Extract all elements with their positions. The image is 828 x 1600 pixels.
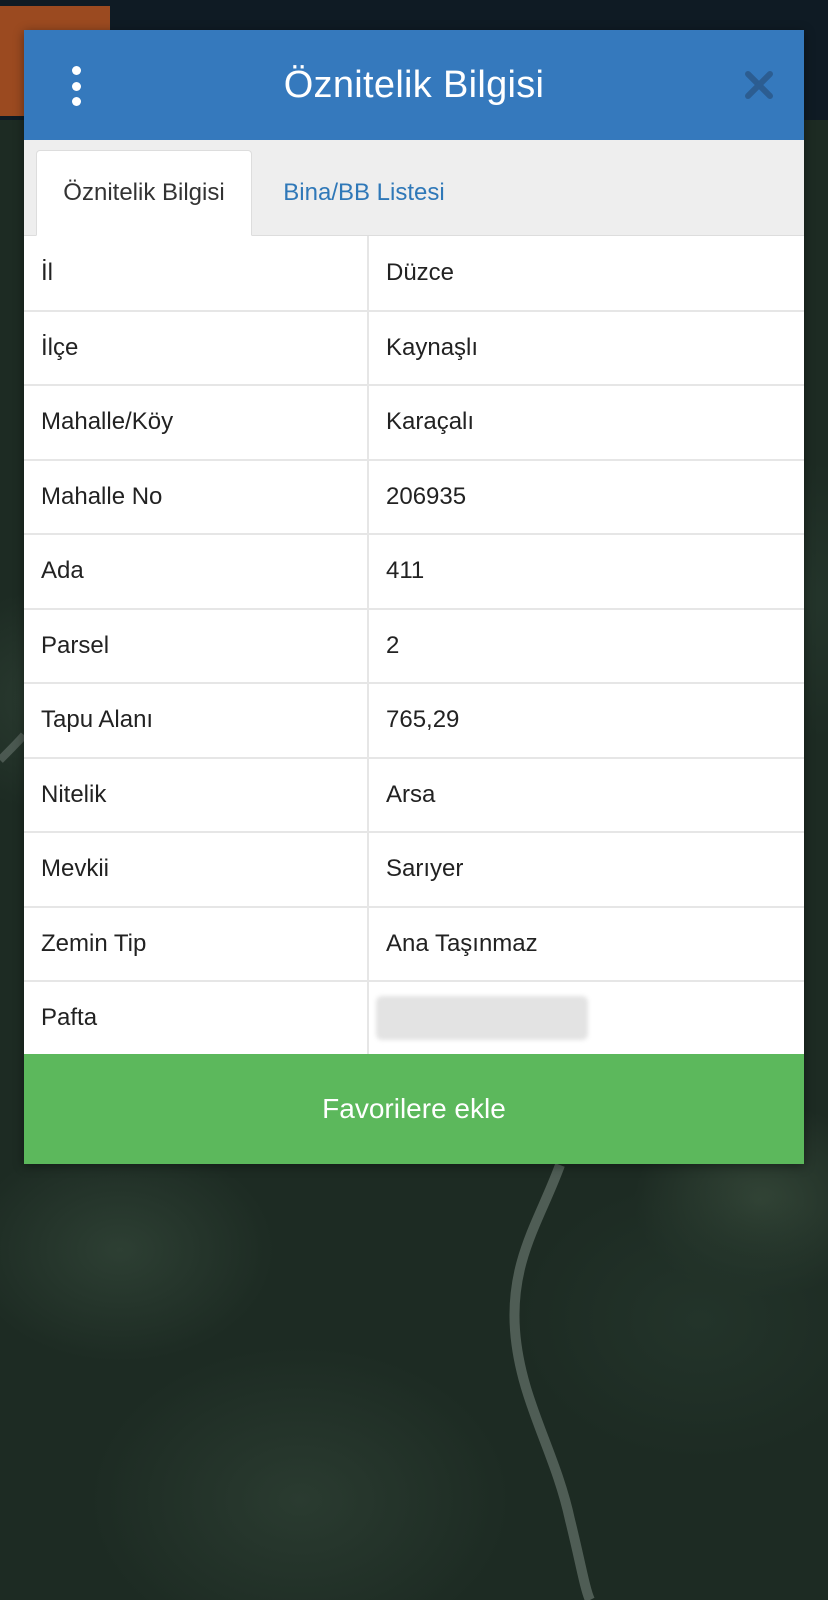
attribute-value: Karaçalı (367, 384, 804, 461)
attribute-value: 411 (367, 533, 804, 610)
add-to-favorites-button[interactable]: Favorilere ekle (24, 1054, 804, 1164)
table-row: Pafta (24, 980, 804, 1057)
attribute-value: Düzce (367, 236, 804, 312)
tab-building-list[interactable]: Bina/BB Listesi (264, 150, 464, 236)
tab-attribute-info[interactable]: Öznitelik Bilgisi (36, 150, 252, 236)
table-row: Tapu Alanı 765,29 (24, 682, 804, 759)
attribute-key: Mevkii (24, 831, 369, 908)
table-row: Nitelik Arsa (24, 756, 804, 833)
attribute-key: İl (24, 236, 369, 312)
attribute-value: Ana Taşınmaz (367, 905, 804, 982)
attribute-key: Pafta (24, 980, 369, 1057)
attribute-value: Arsa (367, 756, 804, 833)
attribute-key: İlçe (24, 309, 369, 386)
attribute-value: 765,29 (367, 682, 804, 759)
attribute-key: Tapu Alanı (24, 682, 369, 759)
attribute-value: Kaynaşlı (367, 309, 804, 386)
table-row: Mahalle/Köy Karaçalı (24, 384, 804, 461)
attribute-value (367, 980, 804, 1057)
tab-bar: Öznitelik Bilgisi Bina/BB Listesi (24, 140, 804, 236)
table-row: Mahalle No 206935 (24, 458, 804, 535)
attribute-value: 2 (367, 607, 804, 684)
attribute-key: Ada (24, 533, 369, 610)
table-row: Zemin Tip Ana Taşınmaz (24, 905, 804, 982)
attribute-table: İl Düzce İlçe Kaynaşlı Mahalle/Köy Karaç… (24, 236, 804, 1057)
attribute-key: Mahalle No (24, 458, 369, 535)
close-icon[interactable] (742, 68, 776, 102)
attribute-info-modal: Öznitelik Bilgisi Öznitelik Bilgisi Bina… (24, 30, 804, 1164)
attribute-value: Sarıyer (367, 831, 804, 908)
vertical-dots-menu-icon[interactable] (68, 66, 84, 106)
attribute-key: Parsel (24, 607, 369, 684)
table-row: İlçe Kaynaşlı (24, 309, 804, 386)
menu-dot (71, 66, 81, 75)
table-row: İl Düzce (24, 236, 804, 312)
table-row: Ada 411 (24, 533, 804, 610)
attribute-key: Zemin Tip (24, 905, 369, 982)
menu-dot (71, 97, 81, 106)
modal-header: Öznitelik Bilgisi (24, 30, 804, 140)
attribute-key: Nitelik (24, 756, 369, 833)
table-row: Mevkii Sarıyer (24, 831, 804, 908)
menu-dot (71, 81, 81, 91)
redacted-value (376, 996, 588, 1041)
attribute-key: Mahalle/Köy (24, 384, 369, 461)
modal-title: Öznitelik Bilgisi (283, 63, 545, 106)
attribute-value: 206935 (367, 458, 804, 535)
table-row: Parsel 2 (24, 607, 804, 684)
